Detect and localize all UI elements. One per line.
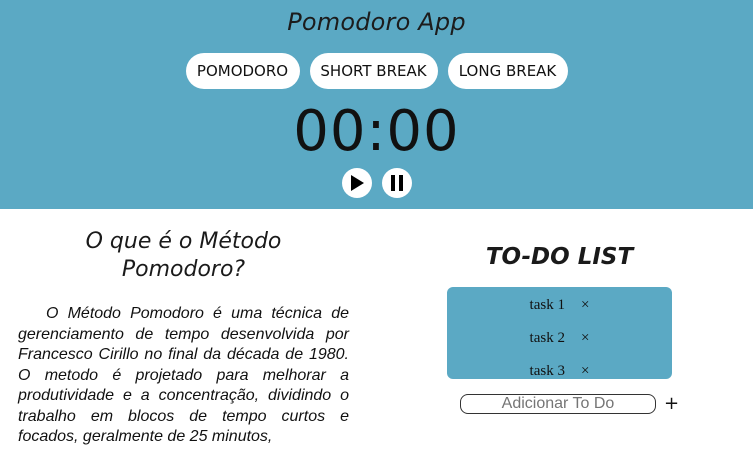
play-icon — [350, 175, 364, 191]
mode-selector: POMODORO SHORT BREAK LONG BREAK — [0, 53, 753, 89]
pomodoro-info-section: O que é o Método Pomodoro? O Método Pomo… — [18, 228, 349, 448]
remove-task-button[interactable]: × — [581, 297, 589, 314]
add-todo-input[interactable] — [460, 394, 656, 414]
pause-icon — [390, 175, 403, 191]
app-title: Pomodoro App — [287, 8, 466, 36]
add-todo-row: + — [460, 394, 679, 414]
todo-item-label: task 3 — [529, 363, 565, 379]
short-break-mode-button[interactable]: SHORT BREAK — [309, 53, 438, 89]
pause-button[interactable] — [381, 168, 412, 198]
pomodoro-mode-button[interactable]: POMODORO — [185, 53, 300, 89]
todo-item-label: task 1 — [529, 297, 565, 313]
todo-section: TO-DO LIST task 1 × task 2 × task 3 × — [447, 240, 672, 379]
long-break-mode-button[interactable]: LONG BREAK — [447, 53, 568, 89]
todo-item: task 3 × — [447, 355, 672, 388]
info-text: O Método Pomodoro é uma técnica de geren… — [18, 305, 349, 445]
todo-list: task 1 × task 2 × task 3 × — [447, 287, 672, 379]
todo-item: task 1 × — [447, 289, 672, 322]
remove-task-button[interactable]: × — [581, 330, 589, 347]
remove-task-button[interactable]: × — [581, 363, 589, 380]
todo-title: TO-DO LIST — [485, 244, 634, 270]
timer-display: 00:00 — [293, 99, 460, 164]
play-button[interactable] — [341, 168, 372, 198]
todo-item-label: task 2 — [529, 330, 565, 346]
add-todo-button[interactable]: + — [664, 395, 679, 413]
timer-controls — [0, 168, 753, 198]
todo-item: task 2 × — [447, 322, 672, 355]
info-title: O que é o Método Pomodoro? — [85, 229, 282, 282]
header: Pomodoro App POMODORO SHORT BREAK LONG B… — [0, 0, 753, 209]
